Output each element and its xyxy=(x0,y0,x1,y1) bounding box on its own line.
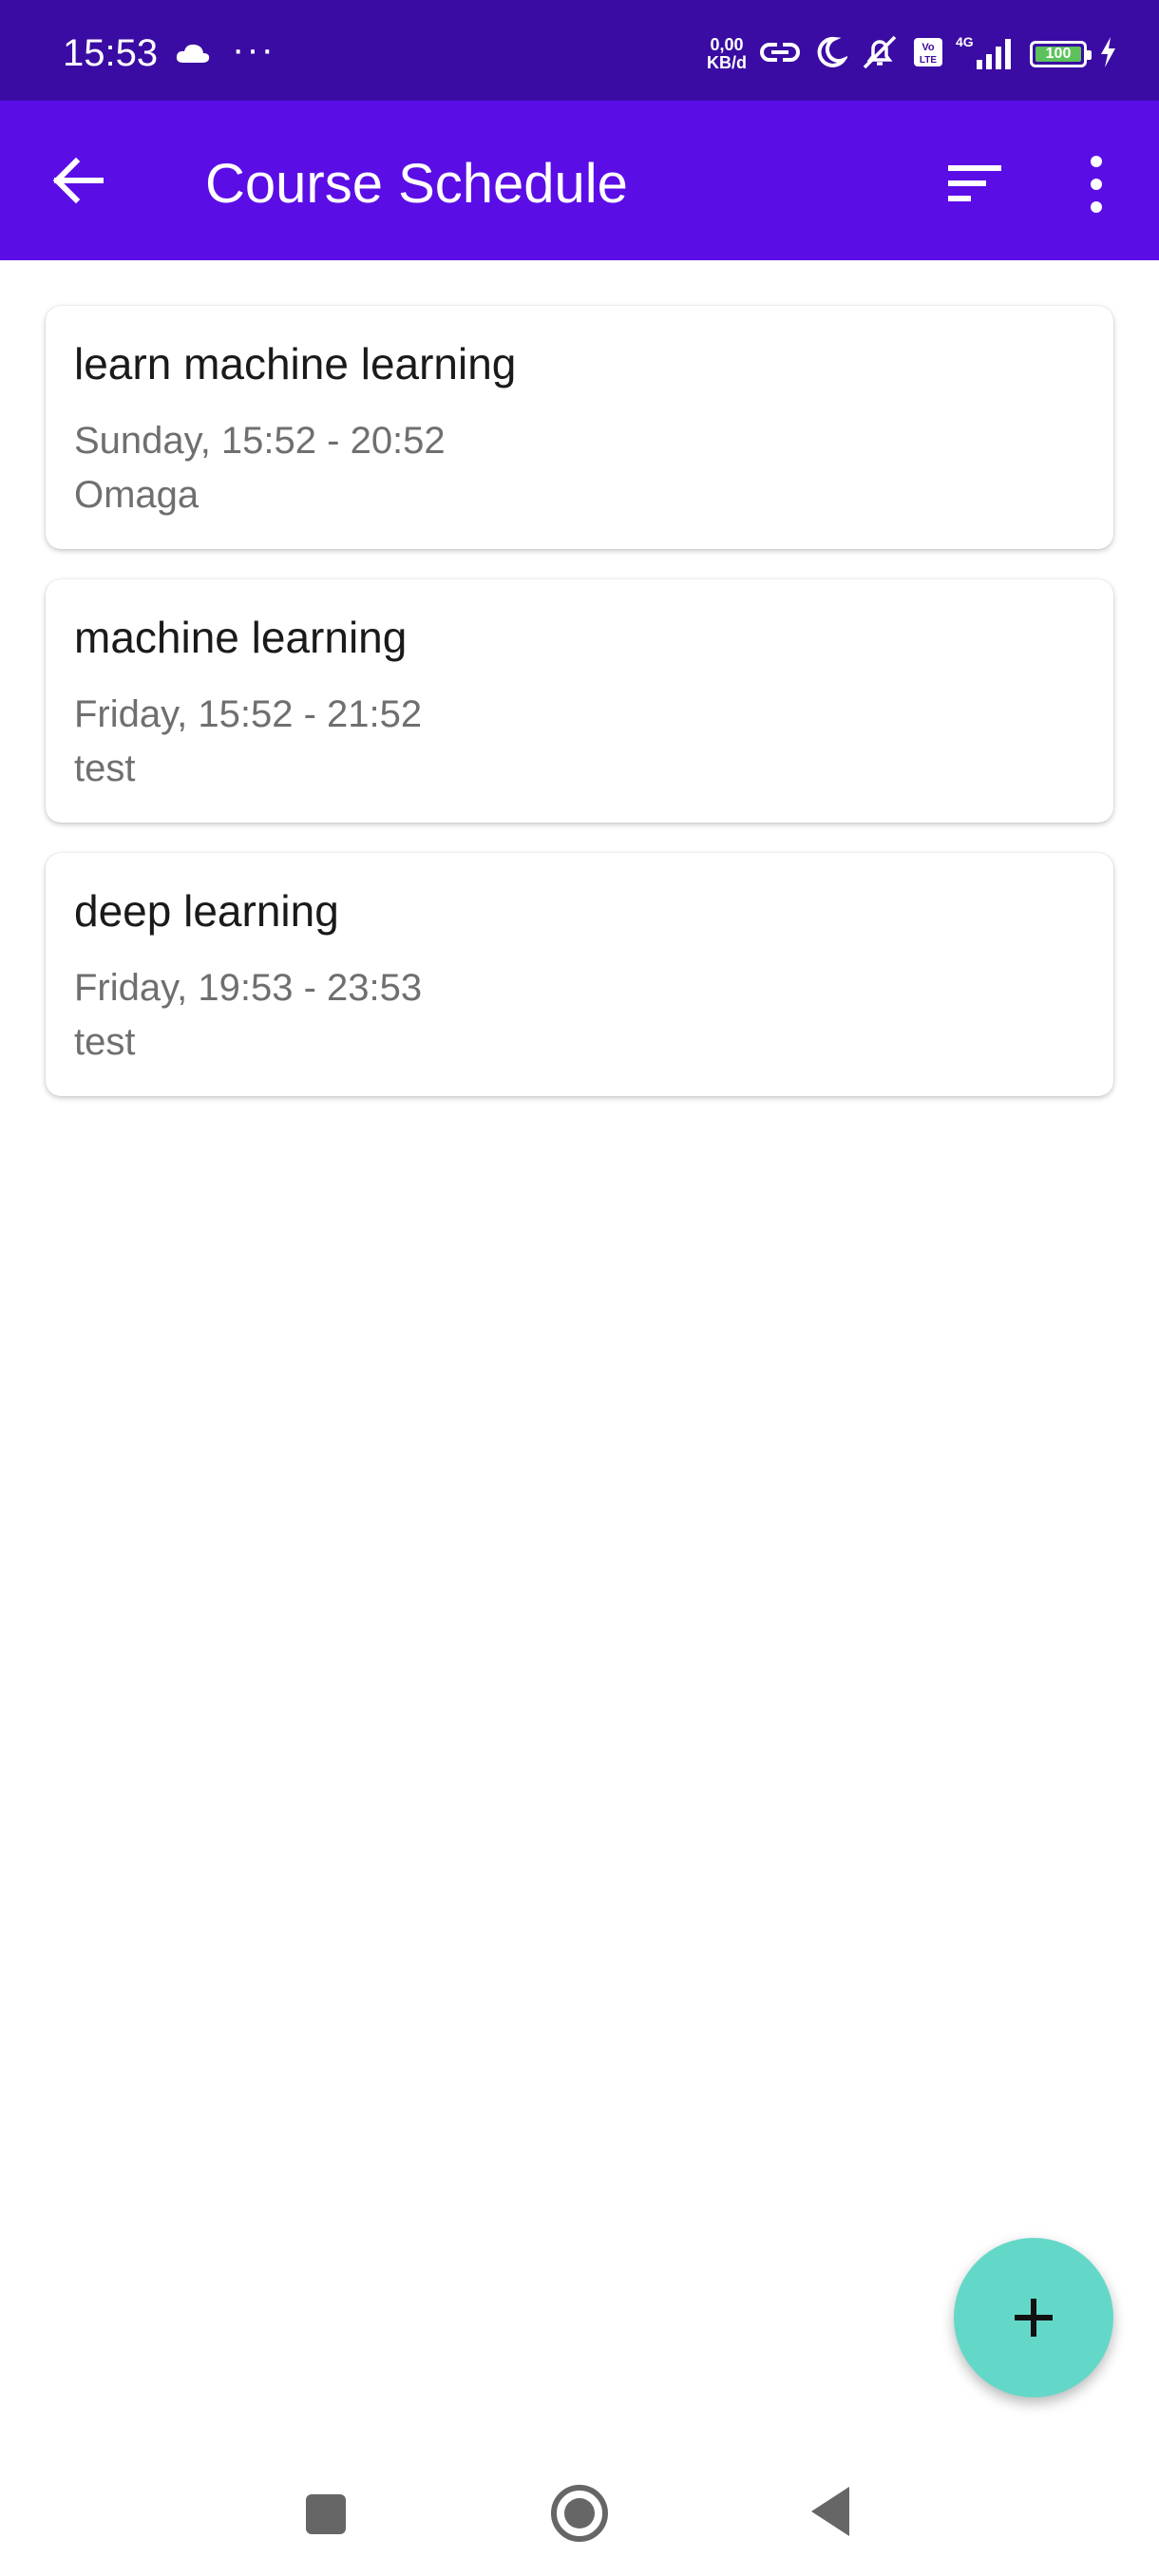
course-time: Sunday, 15:52 - 20:52 xyxy=(74,420,446,462)
status-bar: 15:53 ··· 0,00 KB/d Vo LTE 4G 100 xyxy=(0,0,1159,101)
course-location: test xyxy=(74,748,136,789)
back-button[interactable] xyxy=(42,142,118,218)
data-speed-unit: KB/d xyxy=(707,53,747,72)
data-speed-indicator: 0,00 KB/d xyxy=(707,36,747,72)
plus-icon xyxy=(1015,2299,1053,2337)
home-circle-icon xyxy=(551,2485,608,2542)
arrow-back-icon xyxy=(52,157,104,204)
page-title: Course Schedule xyxy=(205,153,628,215)
battery-icon: 100 xyxy=(1030,41,1092,67)
sort-button[interactable] xyxy=(935,146,1011,222)
course-name: deep learning xyxy=(74,886,339,936)
home-button[interactable] xyxy=(549,2483,610,2544)
sort-icon xyxy=(948,165,1001,201)
data-speed-value: 0,00 xyxy=(710,35,744,54)
recent-apps-button[interactable] xyxy=(306,2494,346,2534)
app-bar: Course Schedule xyxy=(0,101,1159,260)
link-icon xyxy=(758,35,802,74)
course-time: Friday, 19:53 - 23:53 xyxy=(74,967,423,1009)
status-time: 15:53 xyxy=(63,32,159,74)
signal-strength-icon: 4G xyxy=(956,33,1018,76)
back-triangle-icon xyxy=(811,2487,849,2536)
network-type: 4G xyxy=(956,34,974,49)
course-list: learn machine learning Sunday, 15:52 - 2… xyxy=(46,306,1113,1127)
course-name: learn machine learning xyxy=(74,339,517,388)
course-name: machine learning xyxy=(74,613,408,662)
volte-bottom-text: LTE xyxy=(920,55,937,66)
volte-top-text: Vo xyxy=(922,42,935,53)
course-card[interactable]: deep learning Friday, 19:53 - 23:53 test xyxy=(46,853,1113,1096)
course-card[interactable]: learn machine learning Sunday, 15:52 - 2… xyxy=(46,306,1113,549)
volte-icon: Vo LTE xyxy=(912,36,944,73)
course-location: Omaga xyxy=(74,474,200,516)
battery-tip xyxy=(1087,50,1092,60)
course-location: test xyxy=(74,1021,136,1063)
cloud-icon xyxy=(175,42,211,69)
course-card[interactable]: machine learning Friday, 15:52 - 21:52 t… xyxy=(46,579,1113,823)
course-time: Friday, 15:52 - 21:52 xyxy=(74,693,423,735)
overflow-menu-button[interactable] xyxy=(1056,146,1132,222)
more-notifications-icon: ··· xyxy=(232,28,276,70)
system-back-button[interactable] xyxy=(809,2485,851,2538)
silent-bell-icon xyxy=(859,33,901,76)
more-vert-icon xyxy=(1091,156,1102,213)
charging-bolt-icon xyxy=(1098,36,1117,73)
add-course-fab[interactable] xyxy=(954,2238,1113,2397)
battery-level: 100 xyxy=(1036,47,1081,62)
system-navigation-bar xyxy=(0,2451,1159,2576)
do-not-disturb-moon-icon xyxy=(813,35,849,74)
